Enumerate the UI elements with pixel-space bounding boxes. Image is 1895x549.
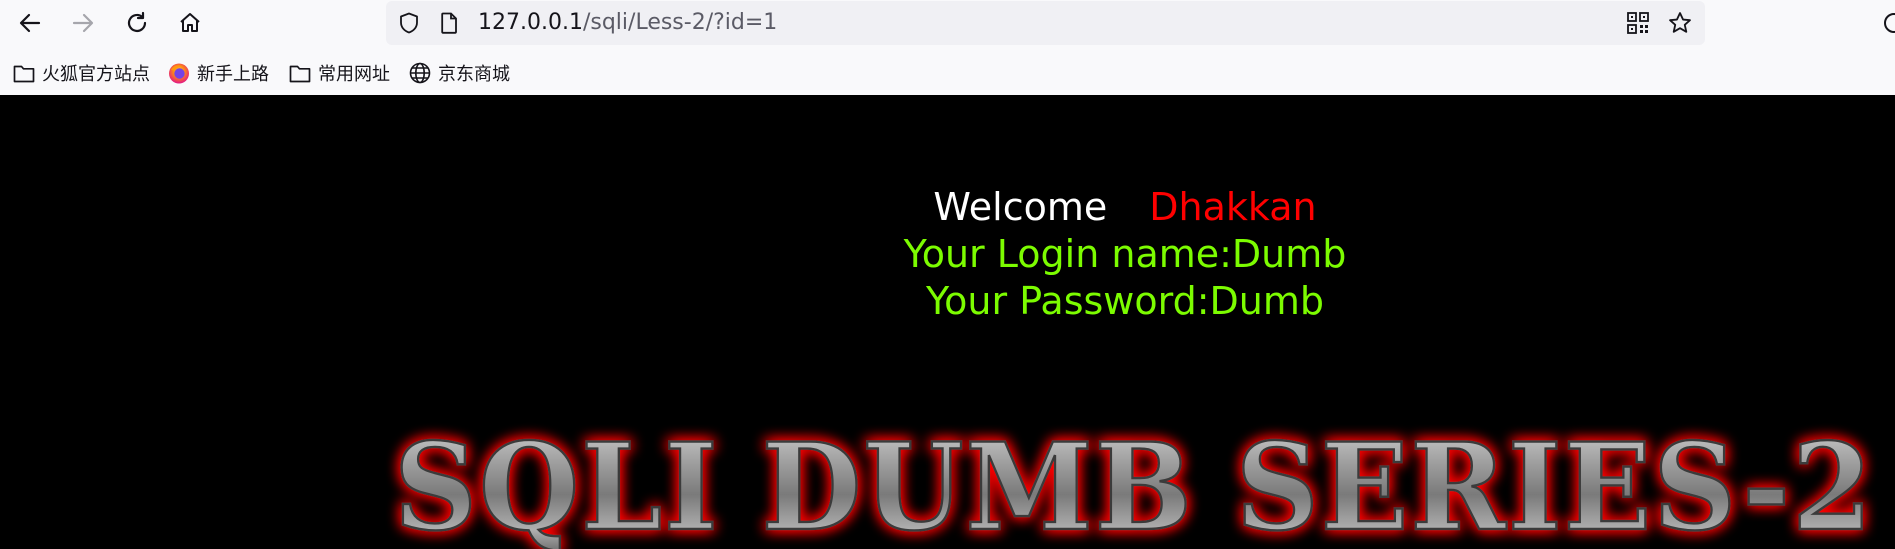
page-content: Welcome Dhakkan Your Login name:Dumb Your…: [0, 95, 1895, 549]
bookmarks-toolbar: 火狐官方站点 新手上路 常用网址 京东商城: [0, 56, 1895, 90]
firefox-icon: [167, 61, 191, 85]
back-button[interactable]: [12, 6, 48, 40]
reload-button[interactable]: [119, 6, 155, 40]
browser-chrome: 127.0.0.1/sqli/Less-2/?id=1 火狐官方站点 新手上路 …: [0, 0, 1895, 95]
forward-button[interactable]: [65, 6, 101, 40]
home-button[interactable]: [172, 6, 208, 40]
bookmark-item-3[interactable]: 常用网址: [288, 60, 390, 86]
bookmark-label: 常用网址: [318, 64, 390, 85]
url-host: 127.0.0.1: [478, 10, 583, 35]
sqli-dumb-series-banner: SQLI DUMB SERIES-2: [393, 417, 1874, 549]
globe-icon: [408, 61, 432, 85]
banner-text: SQLI DUMB SERIES-2: [394, 417, 1874, 549]
extensions-icon[interactable]: [1881, 10, 1895, 36]
welcome-line: Welcome Dhakkan: [0, 184, 1895, 230]
login-name-line: Your Login name:Dumb: [903, 232, 1347, 276]
bookmark-item-1[interactable]: 火狐官方站点: [12, 60, 150, 86]
address-bar[interactable]: 127.0.0.1/sqli/Less-2/?id=1: [386, 1, 1705, 45]
password-line: Your Password:Dumb: [926, 279, 1324, 323]
back-arrow-icon: [19, 13, 41, 33]
folder-icon: [12, 61, 36, 85]
navigation-toolbar: 127.0.0.1/sqli/Less-2/?id=1: [0, 0, 1895, 46]
url-path: /sqli/Less-2/?id=1: [582, 10, 778, 35]
home-icon: [180, 13, 200, 32]
bookmark-label: 火狐官方站点: [42, 64, 150, 85]
bookmark-item-4[interactable]: 京东商城: [408, 60, 510, 86]
username-text: Dhakkan: [1149, 185, 1317, 229]
bookmark-star-icon[interactable]: [1667, 10, 1693, 36]
url-text[interactable]: 127.0.0.1/sqli/Less-2/?id=1: [478, 10, 777, 36]
forward-arrow-icon: [72, 13, 94, 33]
qr-code-icon[interactable]: [1625, 10, 1651, 36]
folder-icon: [288, 61, 312, 85]
bookmark-label: 京东商城: [438, 64, 510, 85]
welcome-text: Welcome: [933, 185, 1108, 229]
bookmark-item-2[interactable]: 新手上路: [167, 60, 269, 86]
bookmark-label: 新手上路: [197, 64, 269, 85]
page-icon[interactable]: [436, 10, 462, 36]
shield-icon[interactable]: [396, 10, 422, 36]
reload-icon: [127, 11, 147, 32]
